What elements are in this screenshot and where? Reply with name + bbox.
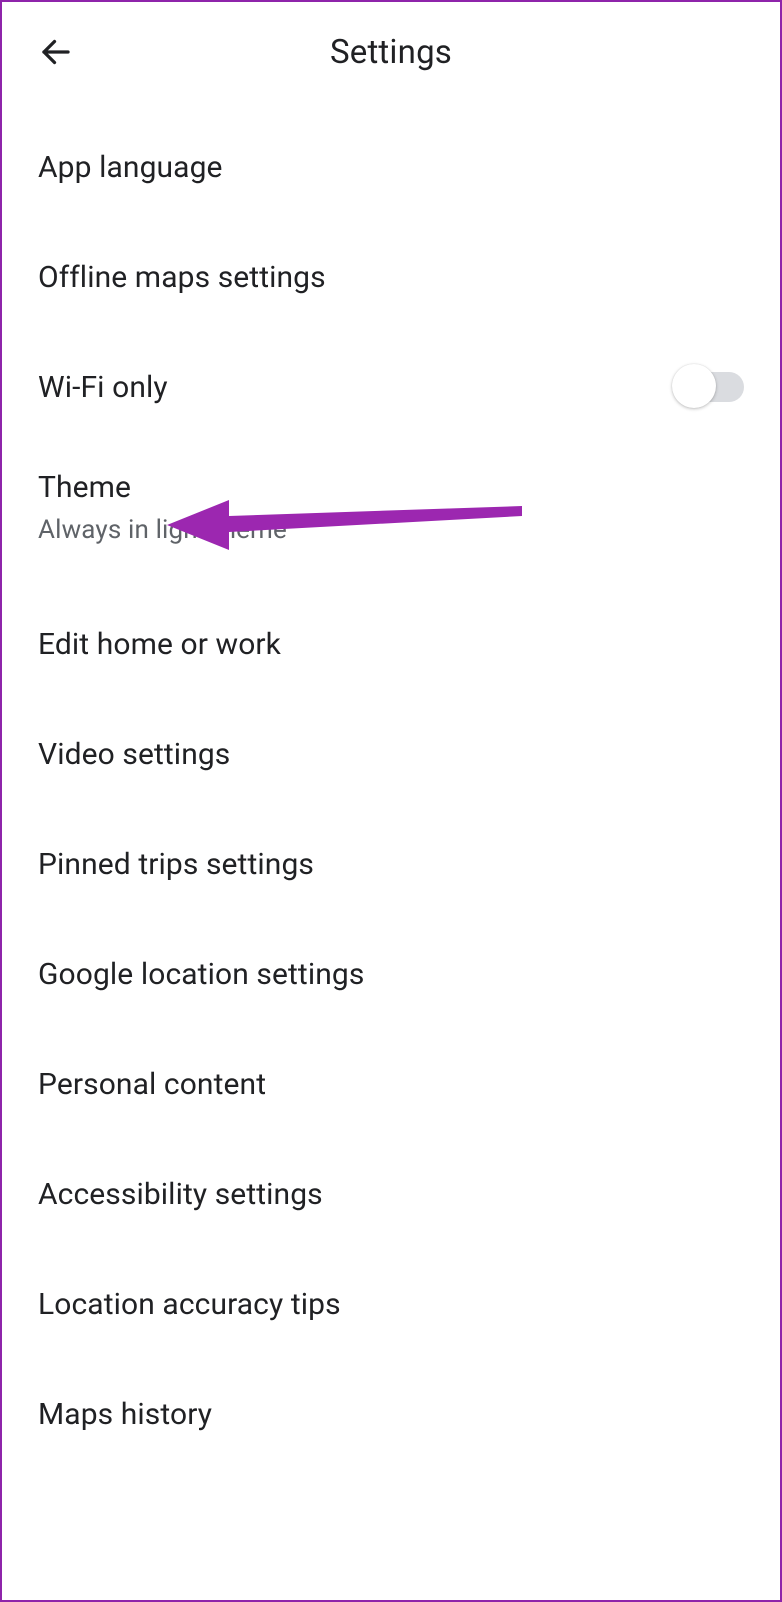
header: Settings: [2, 2, 780, 102]
setting-sublabel: Always in light theme: [38, 515, 287, 545]
setting-app-language[interactable]: App language: [2, 112, 780, 222]
setting-personal-content[interactable]: Personal content: [2, 1029, 780, 1139]
wifi-only-toggle[interactable]: [676, 372, 744, 402]
setting-label: Offline maps settings: [38, 260, 326, 295]
setting-pinned-trips[interactable]: Pinned trips settings: [2, 809, 780, 919]
setting-label: Pinned trips settings: [38, 847, 314, 882]
setting-label: Maps history: [38, 1397, 212, 1432]
setting-label: Wi-Fi only: [38, 370, 168, 405]
setting-label: Google location settings: [38, 957, 364, 992]
setting-label: Edit home or work: [38, 627, 281, 662]
setting-google-location[interactable]: Google location settings: [2, 919, 780, 1029]
settings-list: App language Offline maps settings Wi-Fi…: [2, 102, 780, 1479]
back-button[interactable]: [32, 28, 80, 76]
setting-maps-history[interactable]: Maps history: [2, 1359, 780, 1469]
setting-label: Personal content: [38, 1067, 266, 1102]
setting-label: Location accuracy tips: [38, 1287, 341, 1322]
setting-offline-maps[interactable]: Offline maps settings: [2, 222, 780, 332]
setting-label: Accessibility settings: [38, 1177, 323, 1212]
setting-label: Theme: [38, 470, 131, 505]
setting-accessibility[interactable]: Accessibility settings: [2, 1139, 780, 1249]
toggle-knob: [672, 364, 716, 408]
setting-wifi-only[interactable]: Wi-Fi only: [2, 332, 780, 442]
setting-location-accuracy[interactable]: Location accuracy tips: [2, 1249, 780, 1359]
setting-edit-home-work[interactable]: Edit home or work: [2, 589, 780, 699]
setting-label: App language: [38, 150, 223, 185]
setting-label: Video settings: [38, 737, 230, 772]
setting-theme[interactable]: Theme Always in light theme: [2, 442, 780, 589]
back-arrow-icon: [38, 34, 74, 70]
page-title: Settings: [330, 33, 452, 72]
setting-video-settings[interactable]: Video settings: [2, 699, 780, 809]
